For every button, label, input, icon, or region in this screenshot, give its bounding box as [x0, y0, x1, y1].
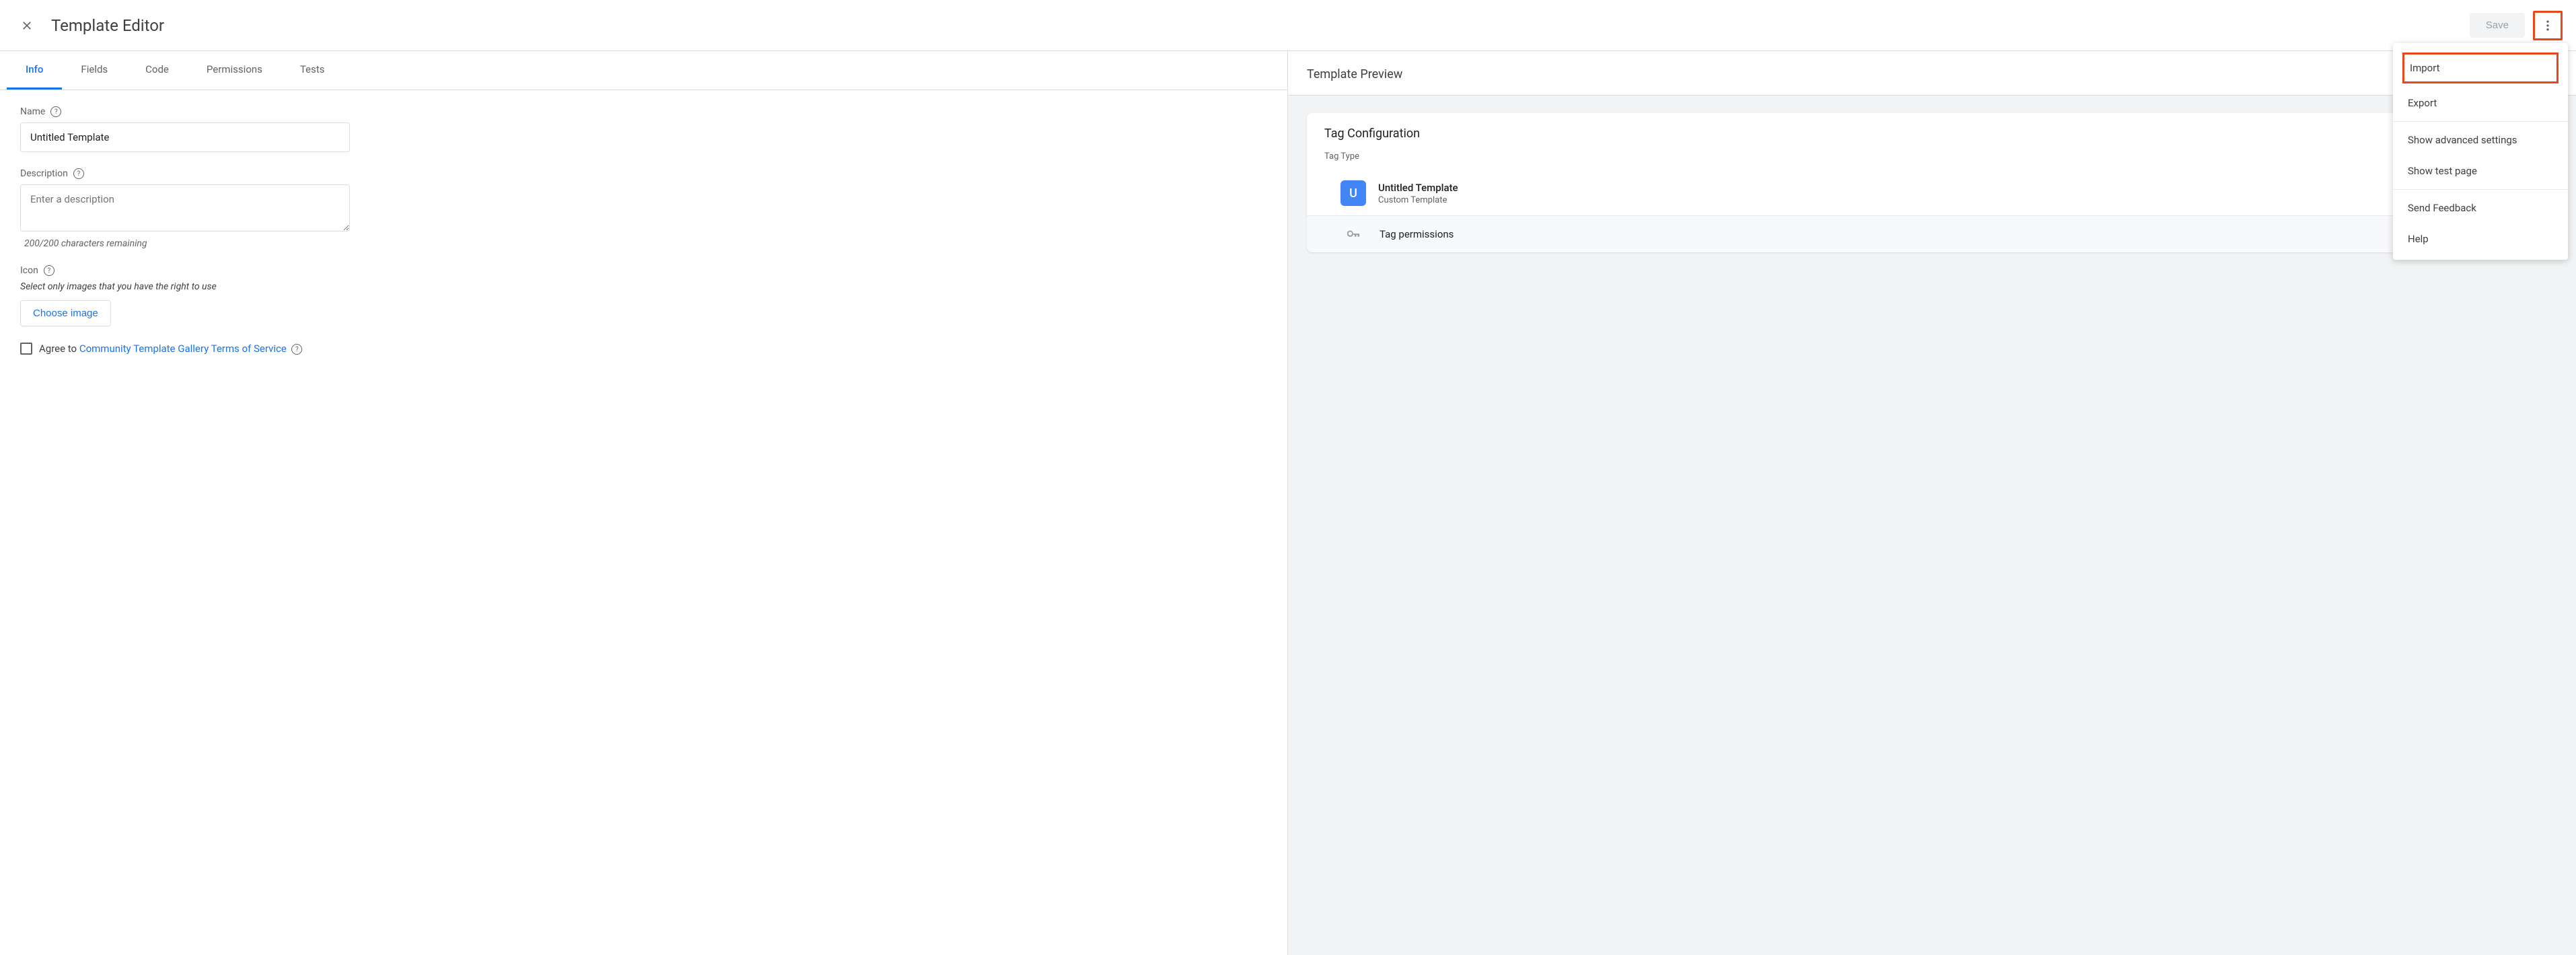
icon-note: Select only images that you have the rig… — [20, 281, 1267, 292]
tag-row[interactable]: U Untitled Template Custom Template — [1307, 171, 2557, 215]
preview-card: Tag Configuration Tag Type U Untitled Te… — [1307, 113, 2557, 252]
form-area: Name ? Description ? 200/200 characters … — [0, 90, 1287, 371]
agree-checkbox[interactable] — [20, 343, 32, 355]
name-input[interactable] — [20, 122, 350, 152]
name-label: Name — [20, 106, 45, 117]
tab-permissions[interactable]: Permissions — [188, 51, 281, 90]
card-title: Tag Configuration — [1307, 113, 2557, 149]
menu-test-page[interactable]: Show test page — [2393, 155, 2568, 186]
menu-divider — [2393, 189, 2568, 190]
page-title: Template Editor — [51, 16, 2470, 35]
close-button[interactable] — [13, 12, 40, 39]
help-icon[interactable]: ? — [44, 265, 55, 276]
agree-prefix: Agree to — [39, 343, 79, 355]
menu-import[interactable]: Import — [2402, 52, 2559, 83]
permissions-row[interactable]: Tag permissions — [1307, 215, 2557, 252]
menu-export[interactable]: Export — [2393, 87, 2568, 118]
menu-divider — [2393, 121, 2568, 122]
menu-advanced[interactable]: Show advanced settings — [2393, 125, 2568, 155]
tab-tests[interactable]: Tests — [281, 51, 344, 90]
more-menu-button[interactable] — [2533, 11, 2563, 40]
preview-title: Template Preview — [1288, 51, 2576, 96]
name-group: Name ? — [20, 106, 1267, 152]
close-icon — [20, 19, 34, 32]
tag-badge: U — [1340, 180, 1366, 206]
key-icon — [1346, 227, 1361, 242]
help-icon[interactable]: ? — [291, 344, 302, 355]
char-remaining: 200/200 characters remaining — [20, 238, 1267, 249]
icon-label: Icon — [20, 265, 38, 276]
more-menu: Import Export Show advanced settings Sho… — [2393, 43, 2568, 260]
more-vert-icon — [2541, 19, 2554, 32]
menu-feedback[interactable]: Send Feedback — [2393, 192, 2568, 223]
agree-text: Agree to Community Template Gallery Term… — [39, 343, 302, 355]
agree-row: Agree to Community Template Gallery Term… — [20, 343, 1267, 355]
permissions-label: Tag permissions — [1380, 228, 1454, 240]
tab-fields[interactable]: Fields — [62, 51, 127, 90]
icon-group: Icon ? Select only images that you have … — [20, 265, 1267, 326]
body: Info Fields Code Permissions Tests Name … — [0, 51, 2576, 955]
header: Template Editor Save — [0, 0, 2576, 51]
menu-help[interactable]: Help — [2393, 223, 2568, 254]
description-textarea[interactable] — [20, 184, 350, 232]
terms-link[interactable]: Community Template Gallery Terms of Serv… — [79, 343, 287, 355]
left-pane: Info Fields Code Permissions Tests Name … — [0, 51, 1288, 955]
tab-info[interactable]: Info — [7, 51, 62, 90]
tag-sub: Custom Template — [1378, 195, 1458, 205]
save-button[interactable]: Save — [2470, 13, 2525, 38]
tabs: Info Fields Code Permissions Tests — [0, 51, 1287, 90]
tag-name: Untitled Template — [1378, 182, 1458, 194]
description-label: Description — [20, 168, 68, 179]
help-icon[interactable]: ? — [73, 168, 84, 179]
tag-info: Untitled Template Custom Template — [1378, 182, 1458, 205]
tag-type-label: Tag Type — [1307, 149, 2557, 171]
description-group: Description ? 200/200 characters remaini… — [20, 168, 1267, 249]
right-pane: Template Preview Tag Configuration Tag T… — [1288, 51, 2576, 955]
choose-image-button[interactable]: Choose image — [20, 300, 111, 326]
help-icon[interactable]: ? — [50, 106, 61, 117]
tab-code[interactable]: Code — [127, 51, 188, 90]
